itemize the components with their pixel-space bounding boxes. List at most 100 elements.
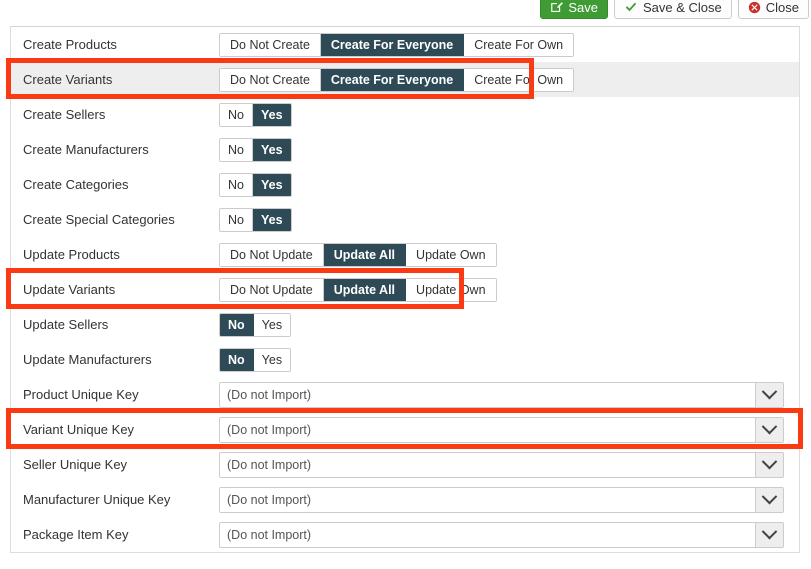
- row-label: Manufacturer Unique Key: [23, 492, 171, 507]
- chevron-down-icon[interactable]: [755, 487, 783, 512]
- dropdown-product-unique-key[interactable]: (Do not Import): [219, 381, 784, 408]
- row-control: No Yes: [219, 207, 799, 232]
- row-control: (Do not Import): [219, 416, 799, 443]
- settings-row-package-item-key: Package Item Key (Do not Import): [11, 517, 799, 552]
- settings-row-update-manufacturers: Update Manufacturers No Yes: [11, 342, 799, 377]
- settings-row-product-unique-key: Product Unique Key (Do not Import): [11, 377, 799, 412]
- dropdown-selected-value: (Do not Import): [220, 417, 755, 442]
- segment-option-no[interactable]: No: [220, 348, 254, 371]
- row-control: Do Not Update Update All Update Own: [219, 242, 799, 267]
- row-label: Package Item Key: [23, 527, 129, 542]
- row-label: Update Manufacturers: [23, 352, 152, 367]
- toolbar-button-label: Close: [765, 0, 799, 15]
- row-label: Update Variants: [23, 282, 116, 297]
- segmented-control-create-categories: No Yes: [219, 172, 292, 197]
- row-label: Create Manufacturers: [23, 142, 149, 157]
- segmented-control-create-products: Do Not Create Create For Everyone Create F…: [219, 32, 575, 57]
- row-label: Variant Unique Key: [23, 422, 135, 437]
- row-control: (Do not Import): [219, 451, 799, 478]
- row-control: No Yes: [219, 137, 799, 162]
- segmented-control-create-special-categories: No Yes: [219, 207, 292, 232]
- segment-option-no[interactable]: No: [220, 138, 253, 161]
- segment-option-create-for-own[interactable]: Create For Own: [464, 68, 574, 91]
- segment-option-yes[interactable]: Yes: [252, 103, 291, 126]
- segmented-control-update-variants: Do Not Update Update All Update Own: [219, 277, 497, 302]
- row-control: No Yes: [219, 102, 799, 127]
- segmented-control-update-products: Do Not Update Update All Update Own: [219, 242, 497, 267]
- toolbar-button-save[interactable]: Save: [540, 0, 608, 19]
- segment-option-create-for-everyone[interactable]: Create For Everyone: [320, 33, 465, 56]
- segmented-control-create-manufacturers: No Yes: [219, 137, 292, 162]
- row-control: No Yes: [219, 172, 799, 197]
- segment-option-do-not-create[interactable]: Do Not Create: [220, 68, 321, 91]
- settings-row-create-categories: Create Categories No Yes: [11, 167, 799, 202]
- dropdown-selected-value: (Do not Import): [220, 452, 755, 477]
- check-icon: [624, 1, 638, 14]
- chevron-down-icon[interactable]: [755, 417, 783, 442]
- row-control: No Yes: [219, 347, 799, 372]
- settings-row-variant-unique-key: Variant Unique Key (Do not Import): [11, 412, 799, 447]
- segmented-control-create-sellers: No Yes: [219, 102, 292, 127]
- row-label: Create Categories: [23, 177, 129, 192]
- row-control: (Do not Import): [219, 381, 799, 408]
- row-label: Update Products: [23, 247, 120, 262]
- row-label: Product Unique Key: [23, 387, 139, 402]
- settings-row-create-sellers: Create Sellers No Yes: [11, 97, 799, 132]
- segmented-control-update-manufacturers: No Yes: [219, 347, 292, 372]
- row-control: (Do not Import): [219, 521, 799, 548]
- segmented-control-update-sellers: No Yes: [219, 312, 292, 337]
- settings-row-create-variants: Create Variants Do Not Create Create For E…: [11, 62, 799, 97]
- segment-option-no[interactable]: No: [220, 313, 254, 336]
- edit-pencil-icon: [550, 1, 564, 14]
- settings-row-update-products: Update Products Do Not Update Update All Up…: [11, 237, 799, 272]
- segment-option-update-all[interactable]: Update All: [323, 243, 407, 266]
- dropdown-selected-value: (Do not Import): [220, 382, 755, 407]
- toolbar-button-label: Save & Close: [642, 0, 722, 15]
- row-label: Create Variants: [23, 72, 113, 87]
- row-control: Do Not Create Create For Everyone Create F…: [219, 32, 799, 57]
- segment-option-yes[interactable]: Yes: [252, 208, 291, 231]
- toolbar-button-close[interactable]: Close: [737, 0, 809, 19]
- chevron-down-icon[interactable]: [755, 382, 783, 407]
- import-settings-panel: Create Products Do Not Create Create For E…: [10, 26, 800, 553]
- toolbar-button-save-close[interactable]: Save & Close: [613, 0, 732, 19]
- settings-row-create-manufacturers: Create Manufacturers No Yes: [11, 132, 799, 167]
- dropdown-seller-unique-key[interactable]: (Do not Import): [219, 451, 784, 478]
- dropdown-variant-unique-key[interactable]: (Do not Import): [219, 416, 784, 443]
- row-label: Create Products: [23, 37, 117, 52]
- action-toolbar: Save Save & Close Close: [540, 0, 809, 20]
- segment-option-do-not-create[interactable]: Do Not Create: [220, 33, 321, 56]
- settings-row-manufacturer-unique-key: Manufacturer Unique Key (Do not Import): [11, 482, 799, 517]
- chevron-down-icon[interactable]: [755, 452, 783, 477]
- segment-option-do-not-update[interactable]: Do Not Update: [220, 278, 324, 301]
- settings-row-create-products: Create Products Do Not Create Create For E…: [11, 27, 799, 62]
- dropdown-selected-value: (Do not Import): [220, 487, 755, 512]
- settings-row-create-special-categories: Create Special Categories No Yes: [11, 202, 799, 237]
- row-control: (Do not Import): [219, 486, 799, 513]
- segment-option-yes[interactable]: Yes: [253, 348, 291, 371]
- row-control: Do Not Create Create For Everyone Create F…: [219, 67, 799, 92]
- toolbar-button-label: Save: [568, 0, 598, 15]
- segment-option-no[interactable]: No: [220, 208, 253, 231]
- row-label: Create Sellers: [23, 107, 106, 122]
- row-control: Do Not Update Update All Update Own: [219, 277, 799, 302]
- segment-option-create-for-everyone[interactable]: Create For Everyone: [320, 68, 465, 91]
- segment-option-update-own[interactable]: Update Own: [406, 278, 496, 301]
- segment-option-no[interactable]: No: [220, 173, 253, 196]
- dropdown-package-item-key[interactable]: (Do not Import): [219, 521, 784, 548]
- segment-option-yes[interactable]: Yes: [252, 138, 291, 161]
- chevron-down-icon[interactable]: [755, 522, 783, 547]
- settings-row-update-variants: Update Variants Do Not Update Update All Up…: [11, 272, 799, 307]
- segment-option-update-own[interactable]: Update Own: [406, 243, 496, 266]
- segment-option-create-for-own[interactable]: Create For Own: [464, 33, 574, 56]
- row-control: No Yes: [219, 312, 799, 337]
- segment-option-do-not-update[interactable]: Do Not Update: [220, 243, 324, 266]
- dropdown-manufacturer-unique-key[interactable]: (Do not Import): [219, 486, 784, 513]
- segment-option-no[interactable]: No: [220, 103, 253, 126]
- segment-option-yes[interactable]: Yes: [253, 313, 291, 336]
- import-settings-screen: Save Save & Close Close Create Products Do …: [0, 0, 811, 569]
- segment-option-update-all[interactable]: Update All: [323, 278, 407, 301]
- segment-option-yes[interactable]: Yes: [252, 173, 291, 196]
- dropdown-selected-value: (Do not Import): [220, 522, 755, 547]
- settings-row-update-sellers: Update Sellers No Yes: [11, 307, 799, 342]
